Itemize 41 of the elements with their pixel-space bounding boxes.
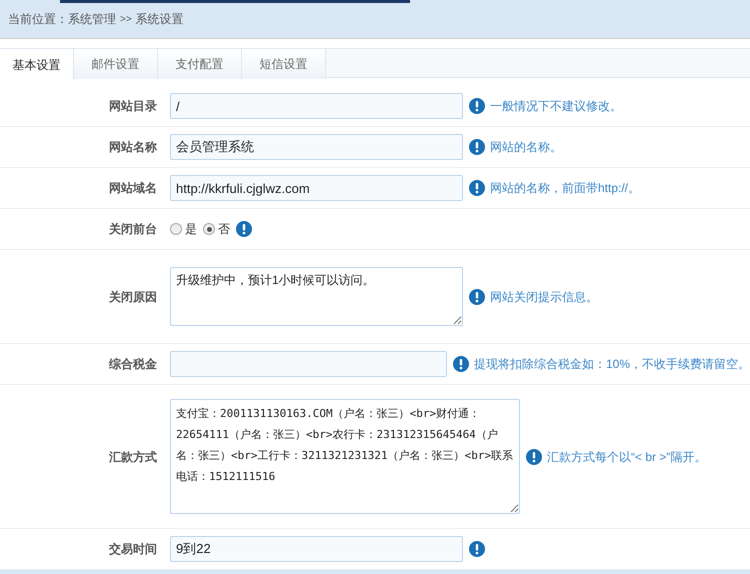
info-icon (236, 221, 252, 237)
text-field[interactable]: 9到22 (170, 536, 463, 562)
info-icon (469, 288, 485, 304)
text-field[interactable]: http://kkrfuli.cjglwz.com (170, 175, 463, 201)
breadcrumb-label: 当前位置： (8, 11, 68, 28)
info-icon (469, 98, 485, 114)
breadcrumb-link[interactable]: 系统管理 (68, 10, 116, 28)
text-area[interactable]: 升级维护中，预计1小时候可以访问。 (170, 267, 463, 326)
info-icon (469, 139, 485, 155)
text-field[interactable]: 会员管理系统 (170, 134, 463, 160)
radio-option[interactable]: 否 (203, 220, 230, 238)
info-icon (469, 180, 485, 196)
radio-button[interactable] (170, 223, 182, 235)
tab[interactable]: 基本设置 (0, 49, 74, 80)
field-label: 网站目录 (108, 98, 157, 115)
tab[interactable]: 支付配置 (158, 49, 242, 79)
text-field[interactable]: / (170, 93, 463, 119)
breadcrumb-link[interactable]: 系统设置 (136, 10, 184, 28)
text-field[interactable] (170, 351, 447, 377)
radio-option[interactable]: 是 (170, 220, 197, 238)
field-label: 网站域名 (108, 180, 157, 197)
text-area[interactable]: 支付宝：2001131130163.COM（户名：张三）<br>财付通：22654111（户名：张三）<br>农行卡：231312315645464（户名：张三）<br>工行卡：3211321231321（户名：张三）<br>联系电话：1512111516 (170, 399, 520, 514)
hint-text: 提现将扣除综合税金如：10%，不收手续费请留空。 (474, 356, 750, 373)
field-label: 关闭原因 (108, 288, 157, 306)
info-icon (452, 356, 469, 372)
hint-text: 一般情况下不建议修改。 (490, 98, 622, 115)
field-label: 综合税金 (108, 356, 157, 373)
breadcrumb-separator: >> (120, 12, 132, 26)
info-icon (469, 541, 485, 557)
field-label: 关闭前台 (108, 221, 157, 238)
hint-text: 汇款方式每个以“< br >”隔开。 (547, 448, 706, 466)
info-icon (526, 448, 542, 464)
field-label: 网站名称 (108, 139, 157, 156)
hint-text: 网站关闭提示信息。 (490, 288, 598, 306)
tab[interactable]: 短信设置 (242, 49, 326, 79)
hint-text: 网站的名称，前面带http://。 (490, 180, 640, 197)
radio-button[interactable] (203, 223, 215, 235)
hint-text: 网站的名称。 (490, 139, 562, 156)
field-label: 交易时间 (108, 541, 157, 558)
field-label: 汇款方式 (108, 448, 157, 466)
tab[interactable]: 邮件设置 (74, 49, 158, 79)
